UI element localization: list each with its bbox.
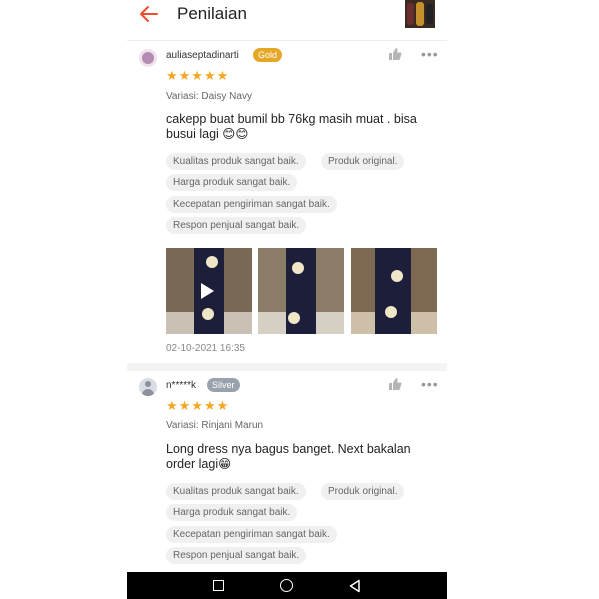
member-badge: Silver	[207, 378, 240, 392]
review-tag: Kualitas produk sangat baik.	[166, 153, 306, 170]
system-nav-bar	[127, 572, 447, 599]
home-icon[interactable]	[280, 579, 293, 592]
variant-label: Variasi: Daisy Navy	[166, 91, 252, 102]
username[interactable]: auliaseptadinarti	[166, 50, 239, 61]
more-options-icon[interactable]: •••	[421, 47, 439, 61]
review-video[interactable]	[166, 248, 252, 334]
member-badge: Gold	[253, 48, 283, 62]
star-rating: ★★★★★	[166, 398, 230, 413]
star-rating: ★★★★★	[166, 68, 230, 83]
review-comment: Long dress nya bagus banget. Next bakala…	[166, 442, 411, 471]
avatar[interactable]	[139, 49, 157, 67]
review-tag: Kecepatan pengiriman sangat baik.	[166, 526, 337, 543]
phone-screen: Penilaian auliaseptadinarti Gold ••• ★★★…	[127, 0, 447, 599]
more-options-icon[interactable]: •••	[421, 377, 439, 391]
back-arrow-icon[interactable]	[137, 4, 161, 24]
review-tag: Respon penjual sangat baik.	[166, 217, 307, 234]
product-thumbnail[interactable]	[405, 0, 435, 28]
review-tag: Kecepatan pengiriman sangat baik.	[166, 196, 337, 213]
review-tag: Harga produk sangat baik.	[166, 504, 298, 521]
thumbs-up-icon[interactable]	[388, 47, 402, 61]
review-tag: Produk original.	[321, 153, 405, 170]
review-tag: Kualitas produk sangat baik.	[166, 483, 306, 500]
thumbs-up-icon[interactable]	[388, 377, 402, 391]
header: Penilaian	[127, 0, 447, 41]
review-photo[interactable]	[258, 248, 344, 334]
section-divider	[127, 363, 447, 371]
review-date: 02-10-2021 16:35	[166, 343, 245, 354]
variant-label: Variasi: Rinjani Marun	[166, 420, 264, 431]
play-icon	[201, 283, 214, 299]
review-tag: Harga produk sangat baik.	[166, 174, 298, 191]
review-photo[interactable]	[351, 248, 437, 334]
review-comment: cakepp buat bumil bb 76kg masih muat . b…	[166, 112, 417, 141]
page-title: Penilaian	[177, 4, 247, 23]
recent-apps-icon[interactable]	[213, 580, 224, 591]
avatar[interactable]	[139, 378, 157, 396]
review-tag: Produk original.	[321, 483, 405, 500]
nav-back-icon[interactable]	[348, 579, 362, 593]
review-tag: Respon penjual sangat baik.	[166, 547, 307, 564]
username[interactable]: n*****k	[166, 380, 196, 391]
